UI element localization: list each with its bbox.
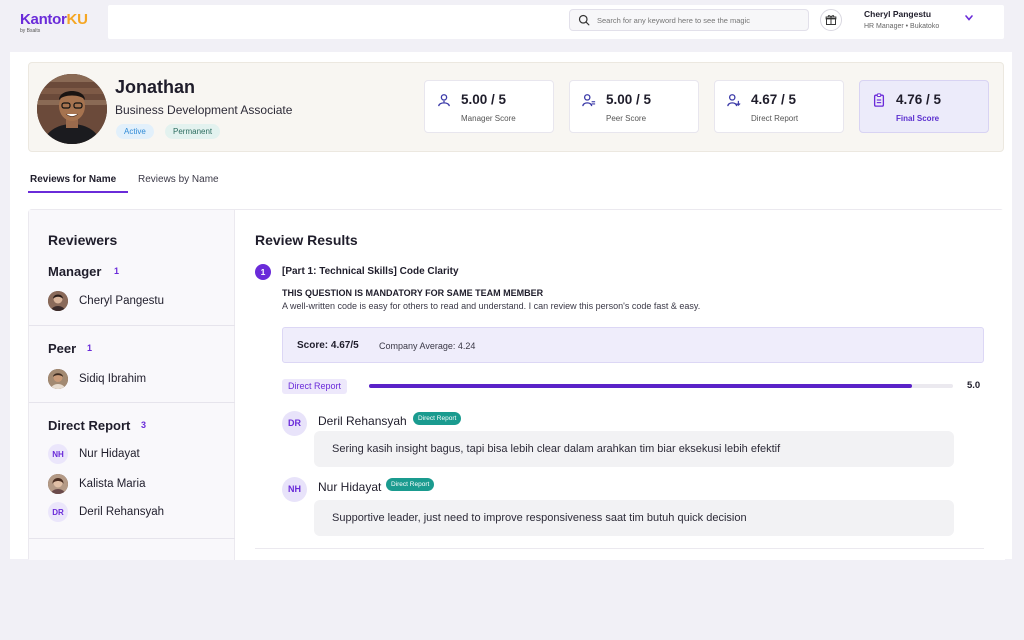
group-count-manager: 1 <box>114 266 119 276</box>
chevron-down-icon[interactable] <box>964 14 974 22</box>
user-role: HR Manager • Bukatoko <box>864 23 939 30</box>
profile-job-title: Business Development Associate <box>115 103 292 117</box>
group-count-peer: 1 <box>87 343 92 353</box>
question-score: Score: 4.67/5 <box>297 340 359 351</box>
group-heading-manager: Manager <box>48 264 101 279</box>
employment-badge: Permanent <box>165 124 220 139</box>
group-heading-peer: Peer <box>48 341 76 356</box>
divider <box>29 402 235 403</box>
main-content: Jonathan Business Development Associate … <box>10 52 1012 559</box>
mandatory-note: THIS QUESTION IS MANDATORY FOR SAME TEAM… <box>282 288 543 298</box>
role-badge: Direct Report <box>413 412 461 425</box>
peer-score-card[interactable]: 5.00 / 5 Peer Score <box>569 80 699 133</box>
logo-main-text: Kantor <box>20 11 67 28</box>
avatar: DR <box>282 411 307 436</box>
peer-icon <box>582 93 596 107</box>
direct-report-score-value: 4.67 / 5 <box>751 92 796 107</box>
tab-reviews-by[interactable]: Reviews by Name <box>138 174 219 191</box>
direct-report-score-label: Direct Report <box>751 114 798 123</box>
direct-report-score-card[interactable]: 4.67 / 5 Direct Report <box>714 80 844 133</box>
manager-score-value: 5.00 / 5 <box>461 92 506 107</box>
divider <box>29 538 235 539</box>
score-bar-fill <box>369 384 912 388</box>
company-average: Company Average: 4.24 <box>379 341 475 351</box>
reviewers-title: Reviewers <box>48 232 117 248</box>
reviewer-name: Kalista Maria <box>79 478 145 490</box>
logo-subtitle: by Bsalts <box>20 28 102 34</box>
reviewer-name: Nur Hidayat <box>79 448 140 460</box>
comment-author: Nur Hidayat <box>318 480 381 494</box>
reviewer-item[interactable]: Cheryl Pangestu <box>48 291 164 311</box>
score-bar <box>369 384 953 388</box>
role-badge: Direct Report <box>386 478 434 491</box>
group-count-direct-report: 3 <box>141 420 146 430</box>
question-description: A well-written code is easy for others t… <box>282 301 700 311</box>
bar-value: 5.0 <box>967 380 980 391</box>
reviewer-item[interactable]: NH Nur Hidayat <box>48 444 140 464</box>
reviewer-name: Cheryl Pangestu <box>79 295 164 307</box>
final-score-card[interactable]: 4.76 / 5 Final Score <box>859 80 989 133</box>
divider <box>29 325 235 326</box>
peer-score-value: 5.00 / 5 <box>606 92 651 107</box>
avatar <box>48 369 68 389</box>
comment-text: Sering kasih insight bagus, tapi bisa le… <box>332 443 780 455</box>
comment-text: Supportive leader, just need to improve … <box>332 512 747 524</box>
peer-score-label: Peer Score <box>606 114 646 123</box>
avatar: NH <box>48 444 68 464</box>
manager-icon <box>437 93 451 107</box>
manager-score-label: Manager Score <box>461 114 516 123</box>
avatar <box>48 474 68 494</box>
user-menu[interactable]: Cheryl Pangestu HR Manager • Bukatoko <box>864 9 939 30</box>
comment-bubble: Supportive leader, just need to improve … <box>314 500 954 536</box>
top-bar: KantorKU by Bsalts Cheryl Pangestu HR Ma… <box>10 5 1004 41</box>
gift-button[interactable] <box>820 9 842 31</box>
score-summary: Score: 4.67/5 Company Average: 4.24 <box>282 327 984 363</box>
reviewer-item[interactable]: Kalista Maria <box>48 474 145 494</box>
final-score-label: Final Score <box>896 114 939 123</box>
review-results: Review Results 1 [Part 1: Technical Skil… <box>235 210 1005 560</box>
avatar <box>48 291 68 311</box>
gift-icon <box>825 14 837 26</box>
tab-reviews-for[interactable]: Reviews for Name <box>28 174 128 193</box>
profile-name: Jonathan <box>115 77 195 98</box>
review-panel: Reviewers Manager 1 Cheryl Pangestu Peer… <box>28 209 1004 559</box>
search-input[interactable] <box>597 16 807 25</box>
avatar: NH <box>282 477 307 502</box>
clipboard-icon <box>872 93 886 107</box>
divider <box>255 548 984 549</box>
avatar <box>37 74 107 144</box>
search-box[interactable] <box>569 9 809 31</box>
final-score-value: 4.76 / 5 <box>896 92 941 107</box>
reviewer-name: Sidiq Ibrahim <box>79 373 146 385</box>
direct-report-icon <box>727 93 741 107</box>
question-number: 1 <box>255 264 271 280</box>
results-title: Review Results <box>255 232 358 248</box>
reviewer-item[interactable]: Sidiq Ibrahim <box>48 369 146 389</box>
bar-label: Direct Report <box>282 379 347 394</box>
question-title: [Part 1: Technical Skills] Code Clarity <box>282 266 459 277</box>
logo-accent-text: KU <box>67 11 88 28</box>
profile-photo <box>37 74 107 144</box>
reviewer-name: Deril Rehansyah <box>79 506 164 518</box>
user-name: Cheryl Pangestu <box>864 9 939 19</box>
comment-author: Deril Rehansyah <box>318 414 407 428</box>
group-heading-direct-report: Direct Report <box>48 418 130 433</box>
reviewer-item[interactable]: DR Deril Rehansyah <box>48 502 164 522</box>
search-icon <box>578 14 590 26</box>
comment-bubble: Sering kasih insight bagus, tapi bisa le… <box>314 431 954 467</box>
status-badge: Active <box>116 124 154 139</box>
header-bar: Cheryl Pangestu HR Manager • Bukatoko <box>108 5 1004 39</box>
profile-card: Jonathan Business Development Associate … <box>28 62 1004 152</box>
logo[interactable]: KantorKU by Bsalts <box>10 8 102 38</box>
reviewers-sidebar: Reviewers Manager 1 Cheryl Pangestu Peer… <box>29 210 235 560</box>
manager-score-card[interactable]: 5.00 / 5 Manager Score <box>424 80 554 133</box>
avatar: DR <box>48 502 68 522</box>
